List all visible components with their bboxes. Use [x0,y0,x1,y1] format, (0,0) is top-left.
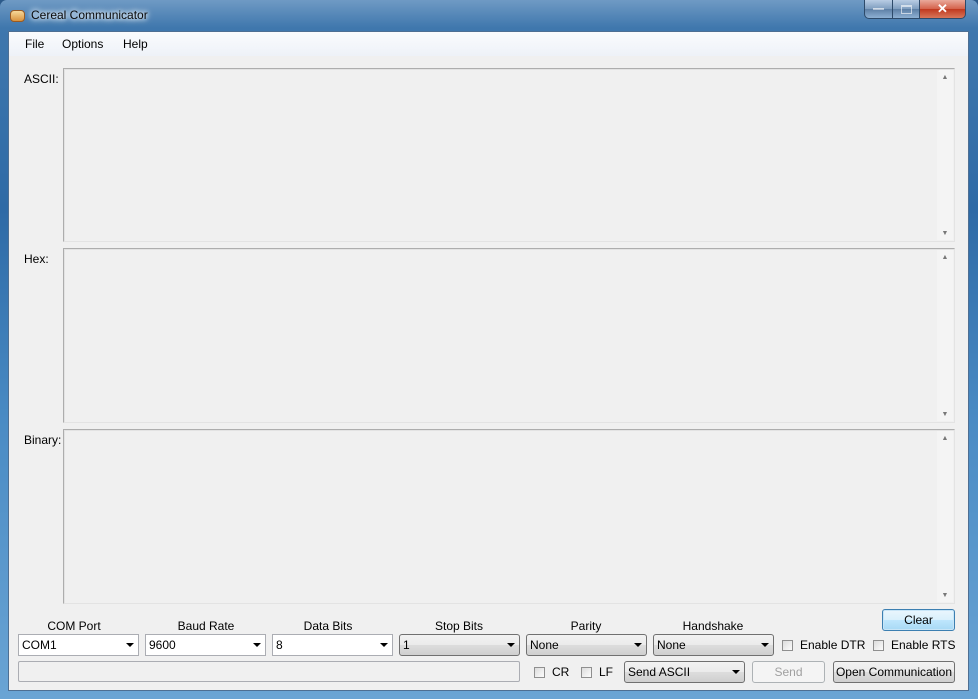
ascii-output[interactable]: ▲ ▼ [63,68,955,242]
handshake-label: Handshake [682,619,744,633]
open-communication-label: Open Communication [835,665,953,679]
window-title: Cereal Communicator [31,8,148,22]
send-button-label: Send [774,665,803,679]
menu-help[interactable]: Help [123,37,148,51]
cereal-bowl-icon [10,10,25,22]
maximize-icon [900,4,912,14]
clear-button-label: Clear [904,613,933,627]
com-port-value: COM1 [22,638,57,652]
minimize-button[interactable]: — [864,0,893,19]
stop-bits-select[interactable]: 1 [399,634,520,656]
send-mode-select[interactable]: Send ASCII [624,661,745,683]
stop-bits-label: Stop Bits [434,619,484,633]
close-icon: ✕ [937,1,948,16]
lf-checkbox[interactable]: LF [581,665,613,679]
lf-label: LF [599,665,614,679]
parity-select[interactable]: None [526,634,647,656]
scroll-down-icon[interactable]: ▼ [937,407,953,421]
scroll-up-icon[interactable]: ▲ [937,70,953,84]
client-area: File Options Help ASCII: ▲ ▼ Hex: ▲ ▼ Bi… [8,31,969,691]
send-input[interactable] [18,661,520,682]
menu-file[interactable]: File [25,37,44,51]
chevron-down-icon [253,643,261,647]
chevron-down-icon [732,670,740,674]
hex-scrollbar[interactable]: ▲ ▼ [937,250,953,421]
close-button[interactable]: ✕ [920,0,966,19]
handshake-value: None [657,638,686,652]
data-bits-value: 8 [276,638,283,652]
parity-value: None [530,638,559,652]
clear-button[interactable]: Clear [882,609,955,631]
chevron-down-icon [634,643,642,647]
binary-label: Binary: [24,433,62,447]
app-window: Cereal Communicator — ✕ File Options Hel… [0,0,978,699]
chevron-down-icon [380,643,388,647]
checkbox-icon[interactable] [782,639,793,651]
open-communication-button[interactable]: Open Communication [833,661,955,683]
data-bits-select[interactable]: 8 [272,634,393,656]
scroll-up-icon[interactable]: ▲ [937,250,953,264]
menu-bar: File Options Help [9,32,968,56]
com-port-label: COM Port [47,619,101,633]
title-bar[interactable]: Cereal Communicator — ✕ [0,0,978,30]
baud-rate-select[interactable]: 9600 [145,634,266,656]
send-mode-value: Send ASCII [628,665,691,679]
com-port-select[interactable]: COM1 [18,634,139,656]
chevron-down-icon [507,643,515,647]
checkbox-icon[interactable] [581,666,592,678]
chevron-down-icon [761,643,769,647]
parity-label: Parity [570,619,602,633]
chevron-down-icon [126,643,134,647]
maximize-button[interactable] [893,0,920,19]
data-bits-label: Data Bits [303,619,353,633]
menu-options[interactable]: Options [62,37,103,51]
binary-output[interactable]: ▲ ▼ [63,429,955,604]
hex-label: Hex: [24,252,49,266]
scroll-down-icon[interactable]: ▼ [937,226,953,240]
scroll-down-icon[interactable]: ▼ [937,588,953,602]
minimize-icon: — [873,3,884,15]
cr-label: CR [552,665,570,679]
ascii-scrollbar[interactable]: ▲ ▼ [937,70,953,240]
enable-rts-label: Enable RTS [891,638,956,652]
cr-checkbox[interactable]: CR [534,665,569,679]
binary-scrollbar[interactable]: ▲ ▼ [937,431,953,602]
enable-dtr-checkbox[interactable]: Enable DTR [782,638,865,652]
enable-rts-checkbox[interactable]: Enable RTS [873,638,955,652]
handshake-select[interactable]: None [653,634,774,656]
hex-output[interactable]: ▲ ▼ [63,248,955,423]
enable-dtr-label: Enable DTR [800,638,866,652]
caption-buttons: — ✕ [864,0,966,20]
scroll-up-icon[interactable]: ▲ [937,431,953,445]
ascii-label: ASCII: [24,72,59,86]
stop-bits-value: 1 [403,638,410,652]
checkbox-icon[interactable] [534,666,545,678]
baud-rate-value: 9600 [149,638,176,652]
send-button[interactable]: Send [752,661,825,683]
baud-rate-label: Baud Rate [177,619,235,633]
checkbox-icon[interactable] [873,639,884,651]
